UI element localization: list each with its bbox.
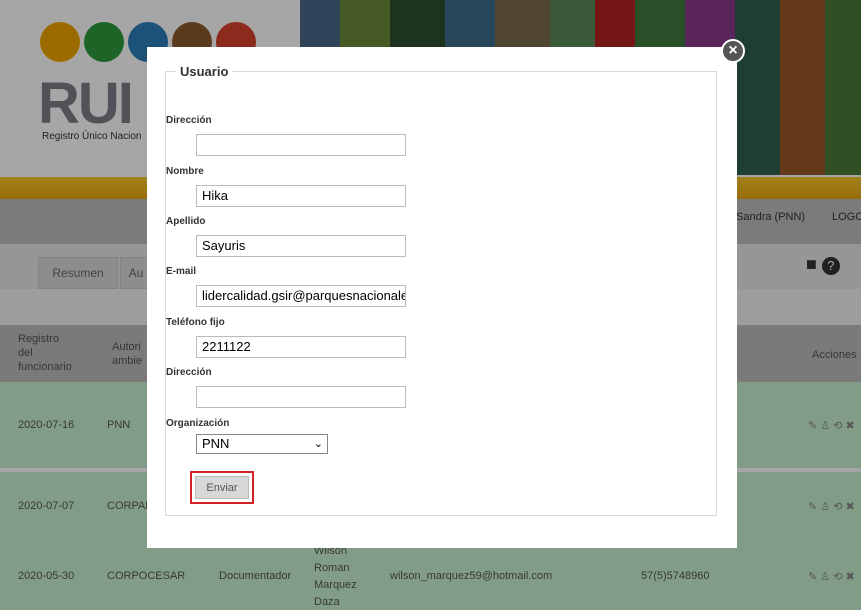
- apellido-input[interactable]: Sayuris: [196, 235, 406, 257]
- telefono-input[interactable]: 2211122: [196, 336, 406, 358]
- submit-highlight: Enviar: [190, 471, 254, 504]
- direccion-label-2: Dirección: [166, 367, 212, 378]
- direccion-input-2[interactable]: [196, 386, 406, 408]
- email-input[interactable]: lidercalidad.gsir@parquesnacionales: [196, 285, 406, 307]
- nombre-label: Nombre: [166, 166, 204, 177]
- submit-button[interactable]: Enviar: [195, 476, 249, 499]
- direccion-input[interactable]: [196, 134, 406, 156]
- direccion-label: Dirección: [166, 115, 212, 126]
- fieldset-legend: Usuario: [176, 64, 233, 79]
- organizacion-selected: PNN: [202, 436, 230, 451]
- telefono-label: Teléfono fijo: [166, 317, 225, 328]
- chevron-down-icon: ⌄: [313, 438, 323, 450]
- nombre-input[interactable]: Hika: [196, 185, 406, 207]
- email-label: E-mail: [166, 266, 197, 277]
- organizacion-label: Organización: [166, 418, 230, 429]
- close-icon[interactable]: ×: [721, 39, 745, 63]
- organizacion-select[interactable]: PNN ⌄: [196, 434, 328, 454]
- apellido-label: Apellido: [166, 216, 206, 227]
